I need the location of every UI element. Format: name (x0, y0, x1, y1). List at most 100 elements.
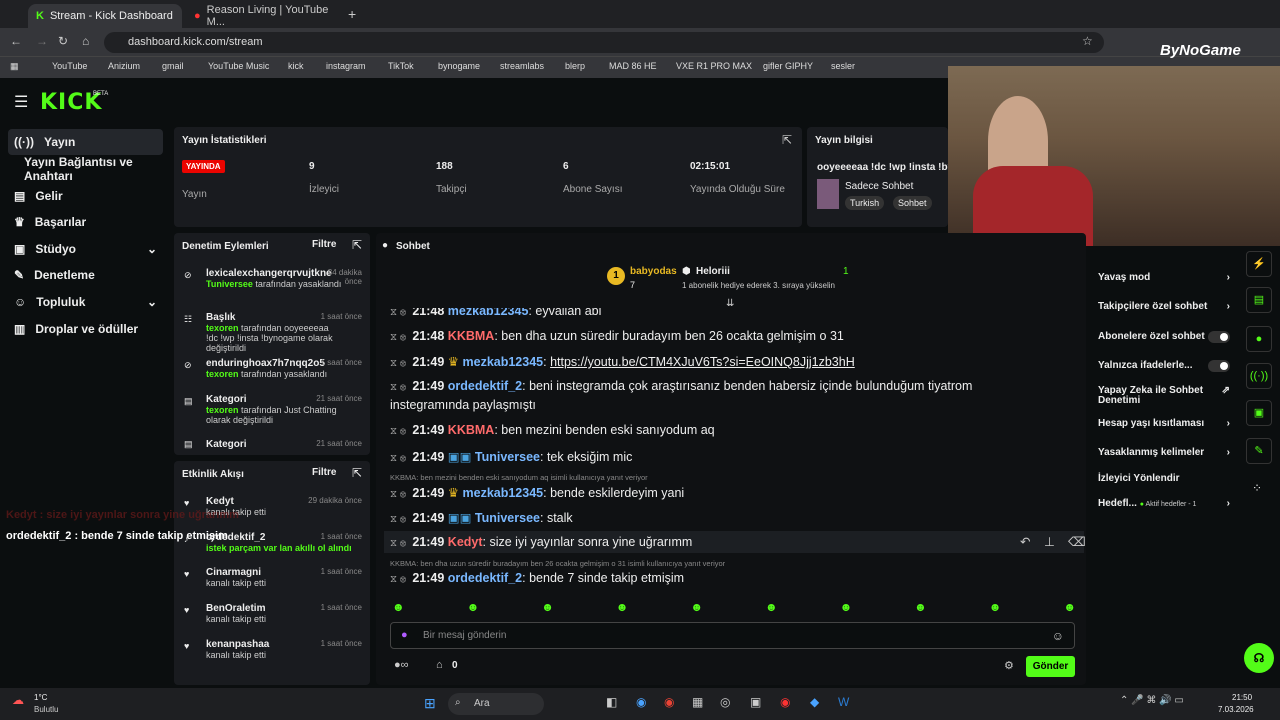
chat-message[interactable]: ⧖ ⊛ 21:49 ▣▣ Tuniversee: tek eksiğim mic (390, 449, 1080, 464)
points-icon[interactable]: ●∞ (394, 659, 409, 671)
toggle-emotes-only[interactable] (1208, 360, 1230, 372)
emote-icon[interactable]: ☻ (989, 600, 1002, 616)
filter-button[interactable]: Filtre (312, 239, 336, 250)
chat-user[interactable]: Tuniversee (475, 511, 540, 525)
bookmark-sesler[interactable]: sesler (831, 61, 855, 71)
setting-ai-moderation[interactable]: Yapay Zeka ile Sohbet Denetimi ⇗ (1098, 386, 1230, 406)
bookmark-mad86[interactable]: MAD 86 HE (609, 61, 657, 71)
tab-kick-dashboard[interactable]: K Stream - Kick Dashboard (28, 4, 182, 28)
setting-goals[interactable]: Hedefl... ● Aktif hedefler - 1 › (1098, 498, 1230, 509)
bookmark-star-icon[interactable]: ☆ (1082, 34, 1093, 48)
emoji-icon[interactable]: ☺ (1052, 629, 1064, 643)
setting-subs-only[interactable]: Abonelere özel sohbet (1098, 331, 1230, 343)
nav-topluluk[interactable]: ☺ Topluluk ⌄ (8, 289, 163, 315)
app-icon[interactable]: ◉ (780, 695, 790, 709)
bookmark-anizium[interactable]: Anizium (108, 61, 140, 71)
bookmark-youtube-music[interactable]: YouTube Music (208, 61, 269, 71)
chat-message[interactable]: ⧖ ⊛ 21:49 ordedektif_2: beni instegramda … (390, 379, 1080, 393)
taskbar-search[interactable]: Ara (448, 693, 544, 715)
chat-user[interactable]: Tuniversee (475, 450, 540, 464)
nav-gelir[interactable]: ▤ Gelir (8, 183, 163, 209)
setting-slow-mode[interactable]: Yavaş mod › (1098, 272, 1230, 283)
app-icon[interactable]: ◆ (810, 695, 819, 709)
emote-icon[interactable]: ☻ (840, 600, 853, 616)
chat-user[interactable]: Kedyt (448, 535, 483, 549)
reload-icon[interactable]: ↻ (58, 34, 68, 48)
menu-icon[interactable]: ☰ (14, 92, 28, 112)
bookmark-gmail[interactable]: gmail (162, 61, 184, 71)
bookmark-blerp[interactable]: blerp (565, 61, 585, 71)
back-icon[interactable]: ← (10, 34, 22, 48)
chat-user[interactable]: ordedektif_2 (448, 379, 522, 393)
bookmark-bynogame[interactable]: bynogame (438, 61, 480, 71)
bookmark-streamlabs[interactable]: streamlabs (500, 61, 544, 71)
chat-link[interactable]: https://youtu.be/CTM4XJuV6Ts?si=EeOINQ8J… (550, 355, 855, 369)
bookmark-instagram[interactable]: instagram (326, 61, 366, 71)
mic-icon[interactable]: ● (401, 629, 408, 641)
chat-input[interactable]: ● Bir mesaj gönderin ☺ (390, 622, 1075, 649)
word-icon[interactable]: W (838, 695, 849, 709)
delete-icon[interactable]: ⌫ (1068, 534, 1086, 549)
tag-sohbet[interactable]: Sohbet (893, 196, 932, 210)
quick-action-icon[interactable]: ▣ (1246, 400, 1272, 426)
quick-action-icon[interactable]: ● (1246, 326, 1272, 352)
tab-youtube-music[interactable]: ● Reason Living | YouTube M... (186, 4, 346, 28)
chat-message[interactable]: ⧖ ⊛ 21:49 ▣▣ Tuniversee: stalk (390, 510, 1080, 525)
bookmark-kick[interactable]: kick (288, 61, 304, 71)
epic-icon[interactable]: ▣ (750, 695, 761, 709)
tag-turkish[interactable]: Turkish (845, 196, 885, 210)
pin-icon[interactable]: ⊥ (1044, 534, 1055, 549)
quick-action-icon[interactable]: ▤ (1246, 287, 1272, 313)
chat-user[interactable]: mezkab12345 (463, 355, 544, 369)
chat-user[interactable]: KKBMA (448, 329, 495, 343)
emote-icon[interactable]: ☻ (616, 600, 629, 616)
bookmark-tiktok[interactable]: TikTok (388, 61, 414, 71)
new-tab-icon[interactable]: + (348, 6, 356, 22)
reply-icon[interactable]: ↶ (1020, 534, 1030, 549)
store-icon[interactable]: ⌂ (436, 659, 443, 671)
emote-icon[interactable]: ☻ (1063, 600, 1076, 616)
nav-basarilar[interactable]: ♛ Başarılar (8, 209, 163, 235)
chat-user[interactable]: KKBMA (448, 423, 495, 437)
chat-message[interactable]: ⧖ ⊛ 21:49 ♛ mezkab12345: bende eskilerdey… (390, 485, 1080, 500)
chat-user[interactable]: ordedektif_2 (448, 571, 522, 585)
nav-stream-key[interactable]: Yayın Bağlantısı ve Anahtarı (8, 155, 163, 183)
setting-raid[interactable]: İzleyici Yönlendir (1098, 473, 1230, 484)
emote-icon[interactable]: ☻ (467, 600, 480, 616)
chat-settings-icon[interactable]: ⚙ (1004, 659, 1014, 672)
steam-icon[interactable]: ◎ (720, 695, 730, 709)
quick-action-icon[interactable]: ✎ (1246, 438, 1272, 464)
setting-emotes-only[interactable]: Yalnızca ifadelerle... (1098, 360, 1230, 372)
help-icon[interactable]: ☊ (1244, 643, 1274, 673)
emote-icon[interactable]: ☻ (765, 600, 778, 616)
setting-account-age[interactable]: Hesap yaşı kısıtlaması › (1098, 418, 1230, 429)
nav-droplar[interactable]: ▥ Droplar ve ödüller (8, 316, 163, 342)
apps-icon[interactable]: ▦ (10, 61, 19, 72)
toggle-subs-only[interactable] (1208, 331, 1230, 343)
chat-message-hovered[interactable]: ⧖ ⊛ 21:49 Kedyt: size iyi yayınlar sonra … (384, 531, 1086, 553)
popout-icon[interactable]: ⇱ (352, 466, 362, 480)
edge-icon[interactable]: ◉ (636, 695, 646, 709)
forward-icon[interactable]: → (36, 34, 48, 48)
emote-icon[interactable]: ☻ (392, 600, 405, 616)
popout-icon[interactable]: ⇱ (352, 238, 362, 252)
url-field[interactable]: dashboard.kick.com/stream (104, 32, 1104, 53)
scroll-down-icon[interactable]: ⇊ (726, 298, 734, 309)
bookmark-vxe[interactable]: VXE R1 PRO MAX (676, 61, 752, 71)
store-icon[interactable]: ▦ (692, 695, 703, 709)
taskview-icon[interactable]: ◧ (606, 695, 617, 709)
tray-icons[interactable]: ⌃ 🎤 ⌘ 🔊 ▭ (1120, 695, 1184, 706)
chat-user[interactable]: mezkab12345 (463, 486, 544, 500)
popout-icon[interactable]: ⇱ (782, 133, 792, 147)
bookmark-youtube[interactable]: YouTube (52, 61, 87, 71)
chat-message[interactable]: ⧖ ⊛ 21:49 ♛ mezkab12345: https://youtu.be… (390, 354, 1080, 369)
emote-icon[interactable]: ☻ (690, 600, 703, 616)
home-icon[interactable]: ⌂ (82, 34, 89, 48)
chat-message[interactable]: ⧖ ⊛ 21:49 ordedektif_2: bende 7 sinde tak… (390, 571, 1080, 585)
quick-action-icon[interactable]: ((·)) (1246, 363, 1272, 389)
start-icon[interactable]: ⊞ (424, 695, 436, 712)
emote-icon[interactable]: ☻ (541, 600, 554, 616)
setting-banned-words[interactable]: Yasaklanmış kelimeler › (1098, 447, 1230, 458)
nav-studyo[interactable]: ▣ Stüdyo ⌄ (8, 236, 163, 262)
chrome-icon[interactable]: ◉ (664, 695, 674, 709)
